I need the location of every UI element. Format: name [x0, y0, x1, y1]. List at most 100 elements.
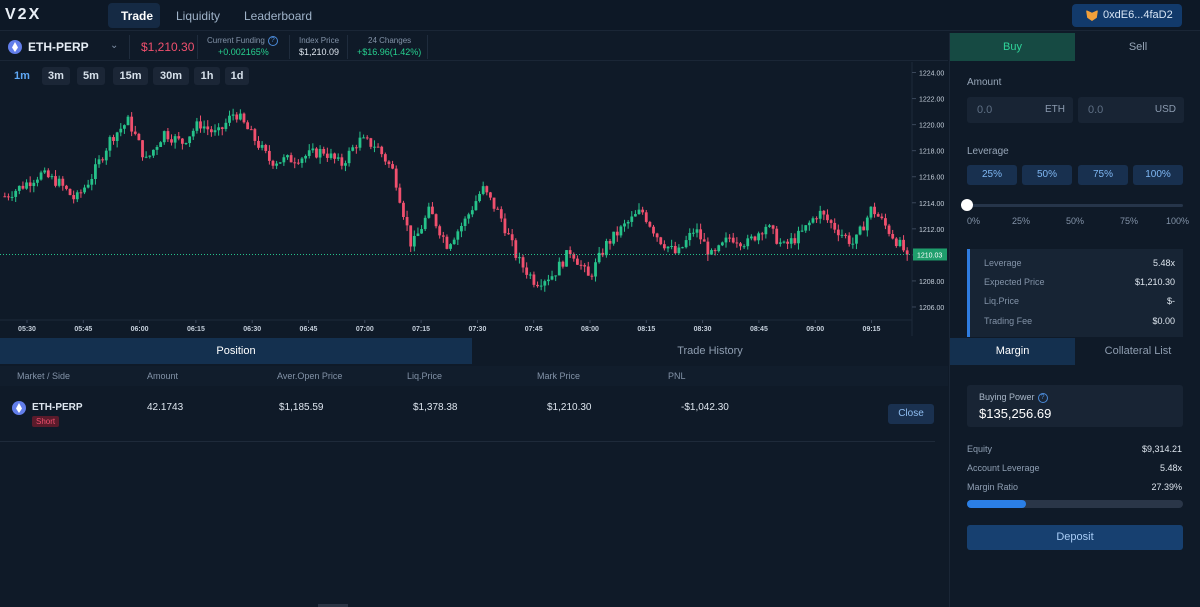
interval-3m[interactable]: 3m: [42, 67, 70, 85]
candle-body: [518, 257, 521, 259]
candle-body: [68, 188, 72, 196]
candle-body: [865, 217, 869, 231]
index-price-label: Index Price: [299, 36, 340, 45]
candle-body: [25, 182, 28, 189]
candle-body: [557, 261, 561, 276]
candle-body: [641, 209, 645, 213]
wallet-button[interactable]: 0xdE6...4faD2: [1072, 4, 1182, 27]
candle-body: [271, 160, 275, 166]
column-header: Aver.Open Price: [277, 371, 343, 381]
interval-1d[interactable]: 1d: [225, 67, 249, 85]
candle-body: [800, 230, 804, 232]
candle-body: [329, 153, 333, 158]
candle-body: [699, 229, 703, 240]
leverage-25-button[interactable]: 25%: [967, 165, 1017, 185]
candle-body: [391, 164, 394, 169]
candle-body: [764, 226, 768, 235]
y-tick-label: 1216.00: [919, 175, 944, 182]
candle-body: [325, 153, 329, 158]
candle-body: [39, 172, 43, 180]
column-header: Amount: [147, 371, 179, 381]
candle-body: [376, 146, 380, 148]
tab-trade-history[interactable]: Trade History: [472, 338, 948, 364]
interval-30m[interactable]: 30m: [153, 67, 189, 85]
candle-body: [104, 150, 108, 161]
v2x-logo[interactable]: V2X: [5, 6, 41, 24]
funding-value: +0.002165%: [218, 47, 269, 57]
candle-body: [760, 233, 764, 235]
interval-5m[interactable]: 5m: [77, 67, 105, 85]
candle-body: [191, 130, 195, 137]
candle-body: [373, 146, 376, 148]
tab-collateral-list[interactable]: Collateral List: [1075, 338, 1200, 365]
divider: [347, 35, 348, 59]
candle-body: [220, 127, 224, 129]
leverage-slider-handle[interactable]: [961, 199, 973, 211]
sell-tab[interactable]: Sell: [1075, 33, 1200, 61]
candle-body: [209, 129, 213, 133]
market-selector[interactable]: ETH-PERP: [28, 40, 89, 54]
candle-body: [7, 196, 10, 198]
candle-body: [409, 225, 413, 247]
candle-body: [786, 241, 789, 244]
buy-tab[interactable]: Buy: [950, 33, 1075, 61]
interval-1h[interactable]: 1h: [194, 67, 220, 85]
amount-usd-unit: USD: [1154, 104, 1176, 115]
candle-body: [789, 238, 793, 244]
interval-1m[interactable]: 1m: [9, 67, 35, 85]
close-position-button[interactable]: Close: [888, 404, 934, 424]
slider-tick: 75%: [1120, 216, 1139, 226]
candle-body: [731, 237, 735, 243]
x-tick-label: 09:00: [806, 326, 824, 333]
candle-body: [891, 233, 895, 239]
amount-eth-input[interactable]: 0.0 ETH: [967, 97, 1073, 123]
account-leverage-value: 5.48x: [1159, 463, 1182, 473]
buying-power-card: Buying Power? $135,256.69: [967, 385, 1183, 427]
candle-body: [405, 216, 409, 226]
candle-body: [565, 250, 568, 267]
candle-body: [362, 137, 365, 139]
candle-body: [717, 245, 721, 252]
tab-margin[interactable]: Margin: [950, 338, 1075, 365]
buying-power-label: Buying Power?: [979, 392, 1048, 403]
leverage-slider[interactable]: [967, 204, 1183, 207]
nav-liquidity[interactable]: Liquidity: [176, 9, 220, 23]
price-chart[interactable]: 1224.00 1222.00 1220.00 1218.00 1216.00 1214.…: [0, 62, 948, 336]
candle-body: [521, 257, 525, 268]
slider-tick: 0%: [967, 216, 981, 226]
interval-15m[interactable]: 15m: [113, 67, 148, 85]
ethereum-icon: [8, 40, 22, 54]
candlestick-chart[interactable]: 1224.00 1222.00 1220.00 1218.00 1216.00 1214.…: [0, 62, 948, 336]
chevron-down-icon[interactable]: ⌄: [110, 40, 118, 51]
candle-body: [257, 140, 260, 148]
candle-body: [905, 250, 909, 255]
candle-body: [86, 184, 90, 188]
leverage-50-button[interactable]: 50%: [1022, 165, 1072, 185]
y-tick-label: 1214.00: [919, 201, 944, 208]
candle-body: [771, 225, 775, 229]
candle-body: [666, 246, 670, 249]
candle-body: [398, 187, 402, 203]
candle-body: [416, 233, 420, 236]
candle-body: [456, 231, 460, 240]
tab-position[interactable]: Position: [0, 338, 472, 364]
x-tick-label: 07:15: [412, 326, 430, 333]
help-icon[interactable]: ?: [1037, 392, 1048, 403]
slider-tick: 50%: [1066, 216, 1085, 226]
deposit-button[interactable]: Deposit: [967, 525, 1183, 550]
last-price-label: 1210.03: [917, 252, 942, 259]
nav-trade[interactable]: Trade: [121, 9, 153, 23]
amount-usd-input[interactable]: 0.0 USD: [1078, 97, 1184, 123]
candle-body: [873, 206, 876, 215]
leverage-75-button[interactable]: 75%: [1078, 165, 1128, 185]
leverage-100-button[interactable]: 100%: [1133, 165, 1183, 185]
candle-body: [608, 240, 612, 244]
candle-body: [141, 140, 144, 158]
candle-body: [166, 131, 170, 140]
help-icon[interactable]: ?: [267, 36, 278, 46]
candle-body: [503, 218, 507, 234]
nav-leaderboard[interactable]: Leaderboard: [244, 9, 312, 23]
candle-body: [677, 247, 681, 254]
candle-body: [199, 121, 202, 129]
candle-body: [876, 214, 880, 217]
